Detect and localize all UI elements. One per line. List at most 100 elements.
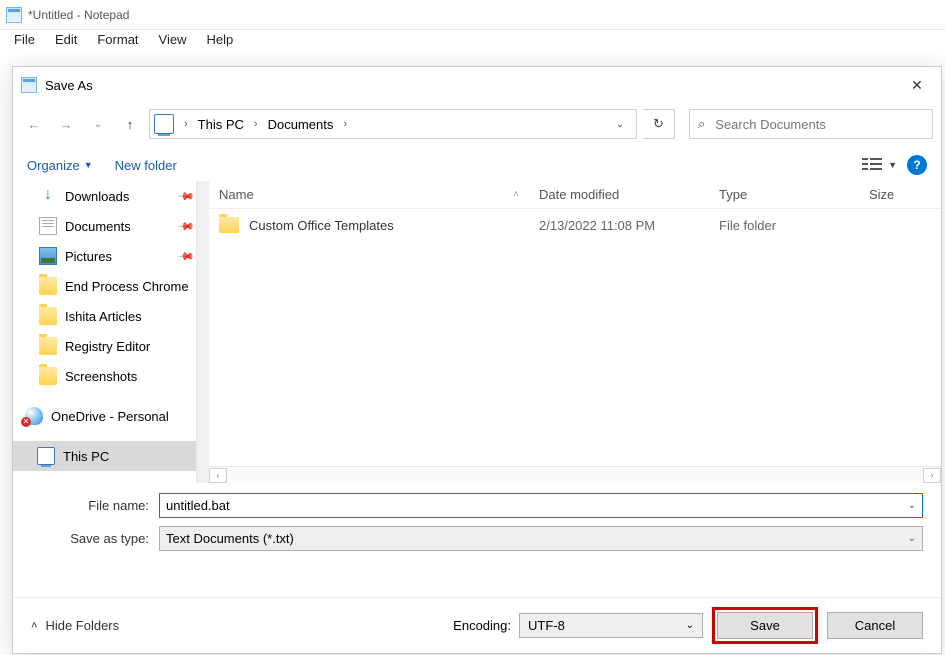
breadcrumb-separator: › xyxy=(337,118,353,130)
help-button[interactable]: ? xyxy=(907,155,927,175)
chevron-up-icon: ˄ xyxy=(31,620,37,632)
save-as-type-select[interactable]: Text Documents (*.txt) ⌄ xyxy=(159,526,923,551)
tree-label: Pictures xyxy=(65,249,112,264)
toolbar: Organize▼ New folder ▼ ? xyxy=(13,149,941,181)
menu-view[interactable]: View xyxy=(149,30,197,52)
hide-folders-button[interactable]: ˄ Hide Folders xyxy=(31,618,119,633)
sort-ascending-icon: ˄ xyxy=(513,189,519,200)
filename-value: untitled.bat xyxy=(166,498,230,513)
up-button[interactable]: ↑ xyxy=(117,111,143,137)
file-list[interactable]: Custom Office Templates 2/13/2022 11:08 … xyxy=(209,209,941,466)
scroll-left-button[interactable]: ‹ xyxy=(209,468,227,483)
tree-this-pc[interactable]: This PC xyxy=(13,441,209,471)
window-title: *Untitled - Notepad xyxy=(28,8,129,22)
forward-button[interactable]: → xyxy=(53,111,79,137)
tree-label: OneDrive - Personal xyxy=(51,409,169,424)
pc-icon xyxy=(154,114,174,134)
folder-icon xyxy=(39,277,57,295)
menu-bar: File Edit Format View Help xyxy=(0,30,945,52)
encoding-select[interactable]: UTF-8 ⌄ xyxy=(519,613,703,638)
notepad-title-bar: *Untitled - Notepad xyxy=(0,0,945,30)
change-view-button[interactable]: ▼ xyxy=(862,157,897,173)
folder-icon xyxy=(39,367,57,385)
tree-label: Downloads xyxy=(65,189,129,204)
search-icon: ⌕ xyxy=(698,116,705,132)
tree-end-process-chrome[interactable]: End Process Chrome xyxy=(13,271,209,301)
tree-downloads[interactable]: ↓ Downloads 📌 xyxy=(13,181,209,211)
column-name[interactable]: Name˄ xyxy=(209,187,529,202)
error-badge-icon: ✕ xyxy=(21,417,31,427)
save-as-type-label: Save as type: xyxy=(31,531,159,546)
menu-help[interactable]: Help xyxy=(196,30,243,52)
chevron-down-icon[interactable]: ⌄ xyxy=(908,500,916,511)
back-button[interactable]: ← xyxy=(21,111,47,137)
chevron-down-icon[interactable]: ⌄ xyxy=(908,533,916,544)
dialog-title: Save As xyxy=(45,78,93,93)
folder-icon xyxy=(39,337,57,355)
tree-registry-editor[interactable]: Registry Editor xyxy=(13,331,209,361)
pin-icon: 📌 xyxy=(177,187,196,206)
tree-pictures[interactable]: Pictures 📌 xyxy=(13,241,209,271)
downloads-icon: ↓ xyxy=(39,187,57,205)
documents-icon xyxy=(39,217,57,235)
address-dropdown-button[interactable]: ⌄ xyxy=(608,119,632,130)
menu-format[interactable]: Format xyxy=(87,30,148,52)
menu-file[interactable]: File xyxy=(4,30,45,52)
address-bar[interactable]: › This PC › Documents › ⌄ xyxy=(149,109,637,139)
horizontal-scrollbar[interactable]: ‹ › xyxy=(209,466,941,483)
dialog-body: ↓ Downloads 📌 Documents 📌 Pictures 📌 End… xyxy=(13,181,941,483)
tree-label: This PC xyxy=(63,449,109,464)
column-type[interactable]: Type xyxy=(709,187,859,202)
encoding-section: Encoding: UTF-8 ⌄ xyxy=(453,613,703,638)
column-headers: Name˄ Date modified Type Size xyxy=(209,181,941,209)
search-input[interactable]: ⌕ Search Documents xyxy=(689,109,933,139)
navigation-tree[interactable]: ↓ Downloads 📌 Documents 📌 Pictures 📌 End… xyxy=(13,181,209,483)
save-button[interactable]: Save xyxy=(717,612,813,639)
tree-label: Registry Editor xyxy=(65,339,150,354)
tree-label: Screenshots xyxy=(65,369,137,384)
refresh-button[interactable]: ↻ xyxy=(643,109,675,139)
search-placeholder: Search Documents xyxy=(715,117,826,132)
pin-icon: 📌 xyxy=(177,247,196,266)
filename-label: File name: xyxy=(31,498,159,513)
filename-input[interactable]: untitled.bat ⌄ xyxy=(159,493,923,518)
new-folder-button[interactable]: New folder xyxy=(115,158,177,173)
list-item[interactable]: Custom Office Templates 2/13/2022 11:08 … xyxy=(209,209,941,241)
tree-screenshots[interactable]: Screenshots xyxy=(13,361,209,391)
tree-label: Ishita Articles xyxy=(65,309,142,324)
item-date: 2/13/2022 11:08 PM xyxy=(529,218,709,233)
close-button[interactable]: ✕ xyxy=(901,73,933,97)
hide-folders-label: Hide Folders xyxy=(45,618,119,633)
tree-ishita-articles[interactable]: Ishita Articles xyxy=(13,301,209,331)
column-size[interactable]: Size xyxy=(859,187,919,202)
onedrive-icon: ✕ xyxy=(25,407,43,425)
item-type: File folder xyxy=(709,218,859,233)
dialog-icon xyxy=(21,77,37,93)
column-date-modified[interactable]: Date modified xyxy=(529,187,709,202)
nav-bar: ← → ⌄ ↑ › This PC › Documents › ⌄ ↻ ⌕ Se… xyxy=(13,103,941,149)
file-list-panel: Name˄ Date modified Type Size Custom Off… xyxy=(209,181,941,483)
menu-edit[interactable]: Edit xyxy=(45,30,87,52)
encoding-value: UTF-8 xyxy=(528,618,565,633)
notepad-icon xyxy=(6,7,22,23)
scroll-right-button[interactable]: › xyxy=(923,468,941,483)
tree-documents[interactable]: Documents 📌 xyxy=(13,211,209,241)
tree-onedrive[interactable]: ✕ OneDrive - Personal xyxy=(13,401,209,431)
pictures-icon xyxy=(39,247,57,265)
organize-button[interactable]: Organize▼ xyxy=(27,158,93,173)
cancel-button[interactable]: Cancel xyxy=(827,612,923,639)
filename-form: File name: untitled.bat ⌄ Save as type: … xyxy=(13,483,941,551)
view-icon xyxy=(862,157,884,173)
breadcrumb-this-pc[interactable]: This PC xyxy=(194,115,248,134)
breadcrumb-separator: › xyxy=(178,118,194,130)
breadcrumb-documents[interactable]: Documents xyxy=(264,115,338,134)
recent-locations-button[interactable]: ⌄ xyxy=(85,111,111,137)
item-name: Custom Office Templates xyxy=(249,218,394,233)
chevron-down-icon: ▼ xyxy=(888,160,897,170)
tree-label: End Process Chrome xyxy=(65,279,189,294)
save-as-dialog: Save As ✕ ← → ⌄ ↑ › This PC › Documents … xyxy=(12,66,942,654)
folder-icon xyxy=(39,307,57,325)
chevron-down-icon: ▼ xyxy=(84,160,93,170)
dialog-title-bar: Save As ✕ xyxy=(13,67,941,103)
encoding-label: Encoding: xyxy=(453,618,511,633)
